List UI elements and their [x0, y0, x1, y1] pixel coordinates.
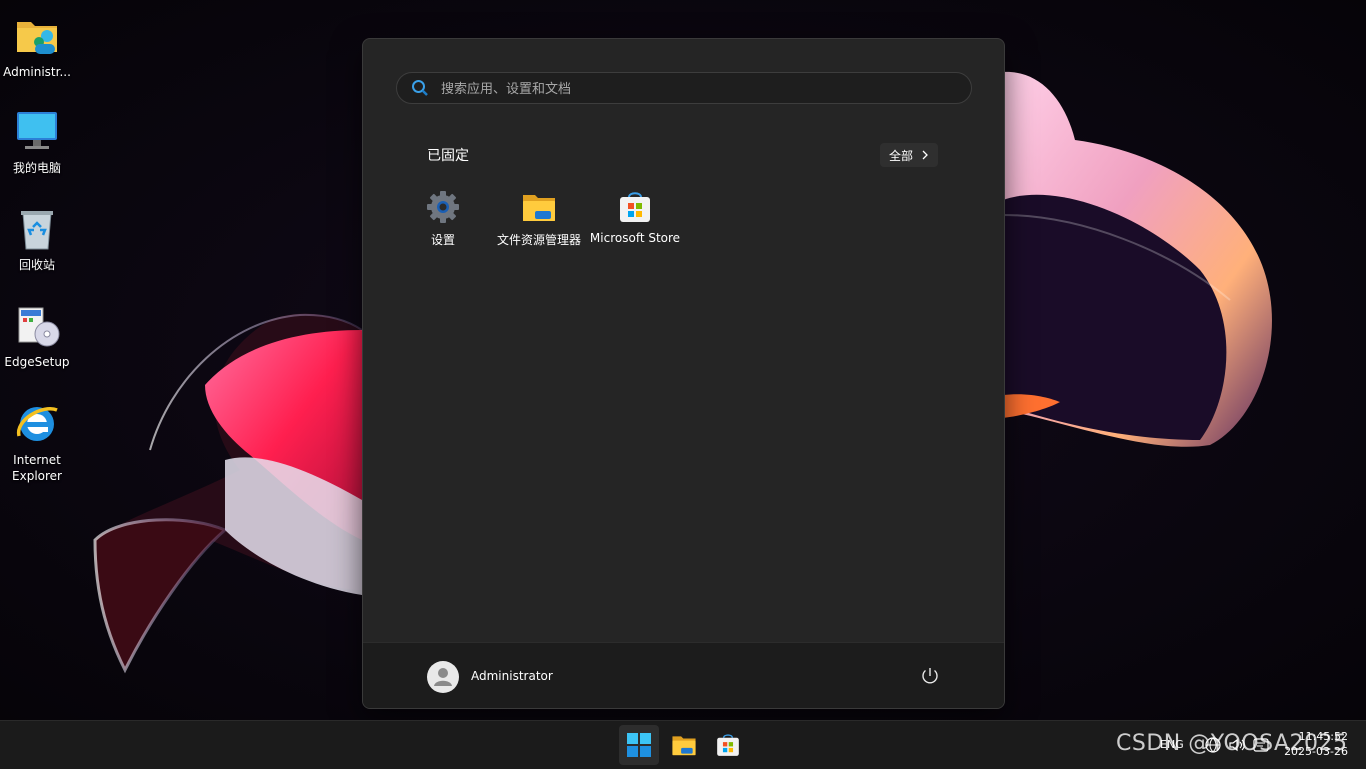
search-box[interactable] [396, 72, 972, 105]
all-apps-label: 全部 [888, 148, 913, 163]
user-avatar[interactable] [427, 661, 459, 693]
start-icon [627, 733, 651, 757]
all-apps-button[interactable]: 全部 [880, 143, 938, 167]
desktop-icon-recycle-bin[interactable]: 回收站 [0, 205, 74, 273]
search-input[interactable] [439, 73, 943, 105]
desktop-icon-administrator[interactable]: Administr... [0, 12, 74, 80]
power-icon[interactable] [919, 665, 941, 687]
recycle-bin-icon [21, 211, 53, 250]
user-icon [434, 668, 452, 686]
installer-icon [18, 307, 60, 347]
pinned-app-file-explorer[interactable]: 文件资源管理器 [491, 189, 587, 248]
pinned-app-label: 文件资源管理器 [496, 233, 581, 247]
pinned-app-label: 设置 [430, 233, 455, 247]
desktop-icon-internet-explorer[interactable]: Internet Explorer [0, 400, 74, 484]
pinned-app-label: Microsoft Store [589, 231, 681, 245]
desktop-icon-label: 我的电脑 [12, 161, 61, 175]
start-menu-footer: Administrator [363, 642, 1004, 708]
desktop-icon-label: Administr... [3, 65, 71, 79]
desktop-icon-label-line2: Explorer [12, 469, 62, 483]
start-button[interactable] [619, 725, 659, 765]
settings-gear-icon [427, 191, 459, 223]
desktop-icon-label: 回收站 [18, 258, 55, 272]
desktop-icon-my-computer[interactable]: 我的电脑 [0, 108, 74, 176]
taskbar-file-explorer-button[interactable] [664, 725, 704, 765]
watermark-text: CSDN @YOOSA2025 [1116, 731, 1348, 756]
microsoft-store-icon [717, 734, 739, 756]
user-name[interactable]: Administrator [471, 669, 553, 683]
internet-explorer-icon [17, 406, 58, 441]
file-explorer-icon [672, 736, 696, 756]
file-explorer-icon [523, 195, 555, 221]
search-icon [412, 80, 428, 96]
desktop-icon-label: EdgeSetup [4, 355, 70, 369]
user-folder-icon [17, 22, 57, 54]
pinned-app-microsoft-store[interactable]: Microsoft Store [587, 189, 683, 245]
taskbar-microsoft-store-button[interactable] [708, 725, 748, 765]
desktop-icon-edgesetup[interactable]: EdgeSetup [0, 302, 74, 370]
pinned-app-settings[interactable]: 设置 [395, 189, 491, 248]
desktop-icon-label-line1: Internet [13, 453, 61, 467]
microsoft-store-icon [620, 192, 650, 222]
start-menu: 已固定 全部 设置 [362, 38, 1005, 709]
computer-icon [17, 112, 57, 149]
pinned-section-title: 已固定 [427, 148, 469, 164]
chevron-right-icon [922, 150, 928, 160]
